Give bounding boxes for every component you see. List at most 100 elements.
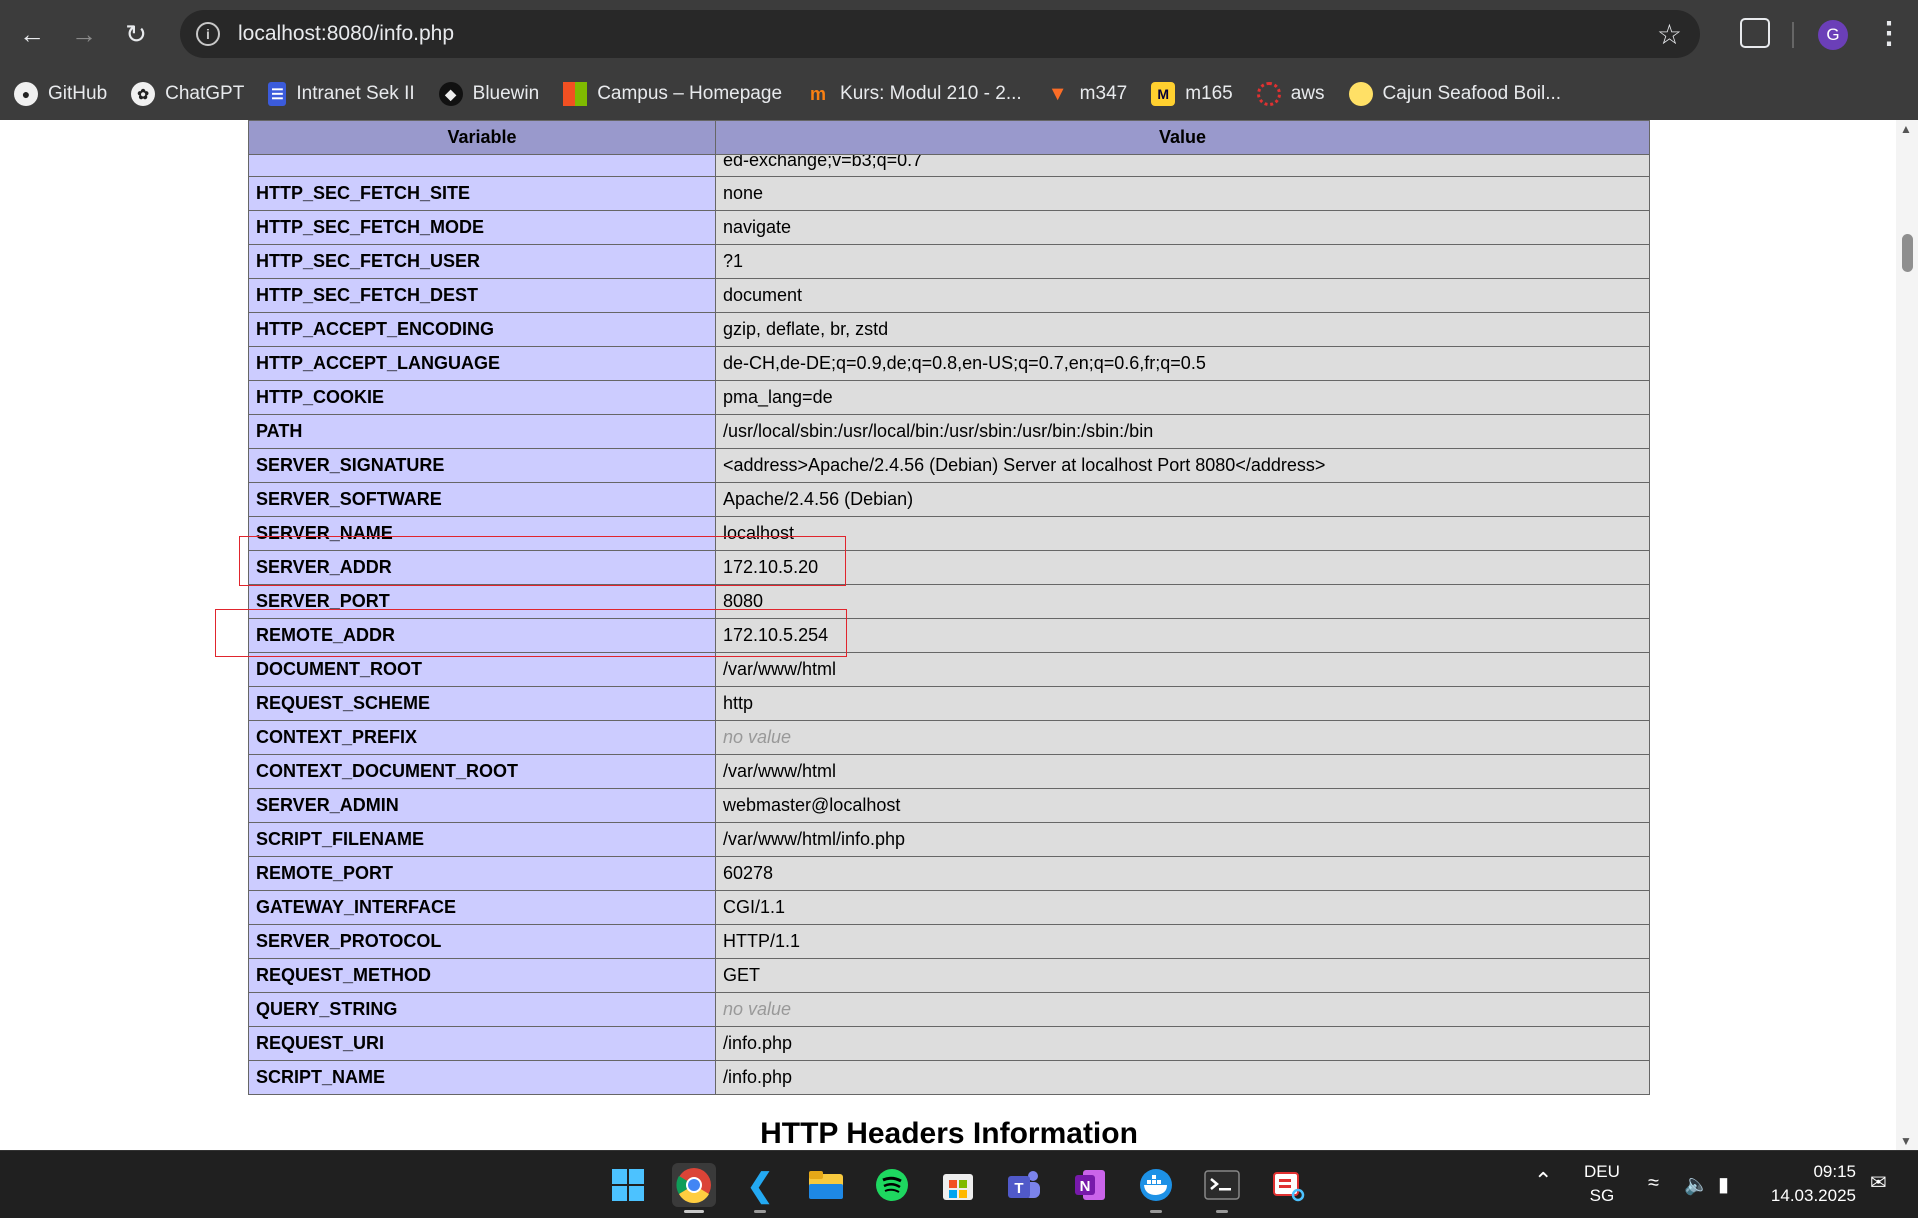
value-cell: /var/www/html/info.php — [715, 822, 1650, 857]
bookmark-github[interactable]: ● GitHub — [14, 82, 107, 106]
vertical-scrollbar[interactable]: ▲ ▼ — [1896, 120, 1918, 1150]
windows-start-icon[interactable] — [606, 1163, 650, 1207]
volume-muted-icon[interactable]: 🔈 — [1684, 1172, 1709, 1197]
clock-time: 09:15 — [1813, 1162, 1856, 1181]
variable-cell: HTTP_SEC_FETCH_USER — [248, 244, 716, 279]
snipping-tool-icon[interactable] — [1266, 1163, 1310, 1207]
table-row: HTTP_SEC_FETCH_SITE none — [248, 176, 1650, 211]
aws-icon — [1256, 82, 1281, 106]
forward-arrow-icon[interactable]: → — [64, 14, 104, 54]
table-row: CONTEXT_DOCUMENT_ROOT/var/www/html — [248, 754, 1650, 789]
table-row: REMOTE_PORT 60278 — [248, 856, 1650, 891]
variable-cell: HTTP_ACCEPT_ENCODING — [248, 312, 716, 347]
bookmark-m347[interactable]: ▼ m347 — [1046, 82, 1128, 106]
docker-icon[interactable] — [1134, 1163, 1178, 1213]
onenote-icon[interactable]: N — [1068, 1163, 1112, 1207]
value-cell: document — [715, 278, 1650, 313]
file-explorer-icon[interactable] — [804, 1163, 848, 1207]
windows-taskbar: ❮ T N — [0, 1150, 1918, 1218]
bookmark-label: m347 — [1079, 83, 1128, 104]
table-row: HTTP_SEC_FETCH_DEST document — [248, 278, 1650, 313]
back-arrow-icon[interactable]: ← — [12, 14, 52, 54]
extensions-icon[interactable] — [1740, 18, 1770, 48]
value-cell: ?1 — [715, 244, 1650, 279]
vscode-icon[interactable]: ❮ — [738, 1163, 782, 1213]
bookmark-bluewin[interactable]: ◆ Bluewin — [438, 82, 539, 106]
running-indicator — [1150, 1210, 1162, 1213]
profile-avatar[interactable]: G — [1818, 20, 1848, 50]
table-row: CONTEXT_PREFIX no value — [248, 720, 1650, 755]
value-cell: CGI/1.1 — [715, 890, 1650, 925]
header-variable: Variable — [248, 120, 716, 155]
bookmark-campus[interactable]: Campus – Homepage — [563, 82, 782, 106]
value-cell: /info.php — [715, 1060, 1650, 1095]
table-row: GATEWAY_INTERFACE CGI/1.1 — [248, 890, 1650, 925]
value-cell: no value — [715, 992, 1650, 1027]
highlight-box-server-addr — [239, 536, 846, 586]
microsoft-store-icon[interactable] — [936, 1163, 980, 1207]
table-row: SERVER_ADMIN webmaster@localhost — [248, 788, 1650, 823]
value-cell: gzip, deflate, br, zstd — [715, 312, 1650, 347]
value-cell: no value — [715, 720, 1650, 755]
url-text[interactable]: localhost:8080/info.php — [238, 22, 454, 46]
value-cell: /var/www/html — [715, 754, 1650, 789]
variable-cell: SCRIPT_FILENAME — [248, 822, 716, 857]
site-info-icon[interactable]: i — [196, 22, 220, 46]
scroll-down-icon[interactable]: ▼ — [1900, 1134, 1912, 1148]
toolbar-divider — [1792, 22, 1794, 48]
lemon-icon — [1348, 82, 1373, 106]
reload-icon[interactable]: ↻ — [116, 14, 156, 54]
value-cell: GET — [715, 958, 1650, 993]
bookmark-cajun[interactable]: Cajun Seafood Boil... — [1348, 82, 1561, 106]
bookmarks-bar: ● GitHub ✿ ChatGPT ☰ Intranet Sek II ◆ B… — [0, 68, 1918, 120]
page-viewport: Variable Value ed-exchange;v=b3;q=0.7 HT… — [0, 120, 1918, 1150]
table-row: HTTP_SEC_FETCH_MODE navigate — [248, 210, 1650, 245]
teams-icon[interactable]: T — [1002, 1163, 1046, 1207]
value-cell: 172.10.5.254 — [715, 618, 1650, 653]
intranet-icon: ☰ — [268, 82, 287, 106]
bookmark-label: Kurs: Modul 210 - 2... — [840, 83, 1022, 104]
chrome-icon[interactable] — [672, 1163, 716, 1213]
table-row: HTTP_ACCEPT_LANGUAGE de-CH,de-DE;q=0.9,de… — [248, 346, 1650, 381]
variable-cell: QUERY_STRING — [248, 992, 716, 1027]
miro-icon: M — [1151, 82, 1176, 106]
browser-menu-icon[interactable]: ⋮ — [1874, 16, 1904, 51]
bookmark-star-icon[interactable]: ☆ — [1657, 18, 1682, 51]
bookmark-m165[interactable]: M m165 — [1151, 82, 1233, 106]
notification-bell-icon[interactable]: ✉ — [1870, 1170, 1887, 1195]
value-cell: pma_lang=de — [715, 380, 1650, 415]
variable-cell: PATH — [248, 414, 716, 449]
battery-icon[interactable]: ▮ — [1718, 1172, 1729, 1197]
bookmark-chatgpt[interactable]: ✿ ChatGPT — [131, 82, 244, 106]
system-clock[interactable]: 09:15 14.03.2025 — [1762, 1160, 1856, 1208]
scroll-thumb[interactable] — [1902, 234, 1913, 272]
variable-cell: SERVER_PROTOCOL — [248, 924, 716, 959]
table-row: HTTP_SEC_FETCH_USER ?1 — [248, 244, 1650, 279]
language-indicator[interactable]: DEU SG — [1584, 1160, 1620, 1208]
table-row: HTTP_ACCEPT_ENCODING gzip, deflate, br, z… — [248, 312, 1650, 347]
bookmark-label: GitHub — [48, 83, 108, 104]
spotify-icon[interactable] — [870, 1163, 914, 1207]
table-row: REQUEST_URI/info.php — [248, 1026, 1650, 1061]
terminal-icon[interactable] — [1200, 1163, 1244, 1213]
variable-cell: REQUEST_METHOD — [248, 958, 716, 993]
value-cell: /usr/local/sbin:/usr/local/bin:/usr/sbin… — [715, 414, 1650, 449]
wifi-icon[interactable]: ≈ — [1648, 1172, 1659, 1195]
variable-cell: DOCUMENT_ROOT — [248, 652, 716, 687]
variable-cell: SCRIPT_NAME — [248, 1060, 716, 1095]
variable-cell: HTTP_SEC_FETCH_MODE — [248, 210, 716, 245]
variable-cell: SERVER_ADMIN — [248, 788, 716, 823]
bookmark-moodle[interactable]: m Kurs: Modul 210 - 2... — [806, 82, 1022, 106]
value-cell: none — [715, 176, 1650, 211]
tray-expand-icon[interactable]: ⌃ — [1534, 1168, 1552, 1194]
value-cell: /var/www/html — [715, 652, 1650, 687]
scroll-up-icon[interactable]: ▲ — [1900, 122, 1912, 136]
bookmark-intranet[interactable]: ☰ Intranet Sek II — [268, 82, 415, 106]
table-row: PATH/usr/local/sbin:/usr/local/bin:/usr/… — [248, 414, 1650, 449]
language-code: DEU — [1584, 1162, 1620, 1181]
bookmark-label: m165 — [1185, 83, 1233, 104]
moodle-icon: m — [810, 83, 827, 104]
address-bar[interactable]: i localhost:8080/info.php ☆ — [180, 10, 1700, 58]
variable-cell: REQUEST_SCHEME — [248, 686, 716, 721]
bookmark-aws[interactable]: aws — [1256, 82, 1325, 106]
